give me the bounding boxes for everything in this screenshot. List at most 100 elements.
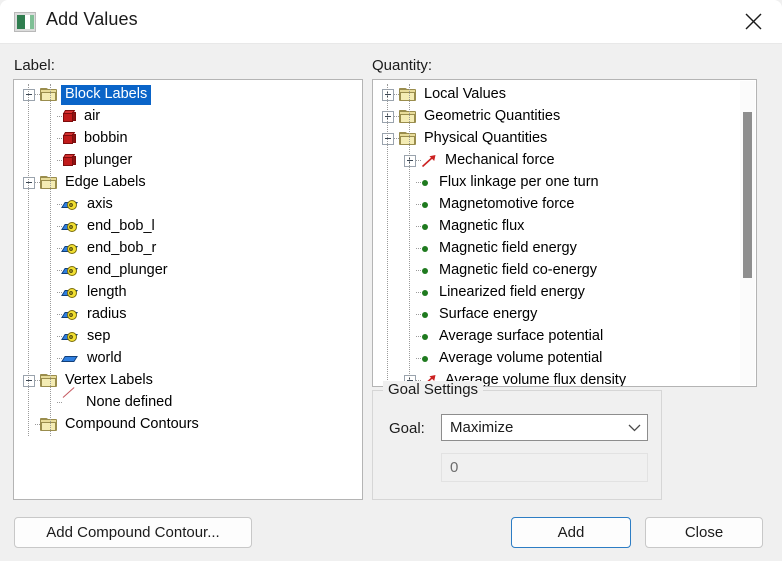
tree-item[interactable]: oradius <box>14 304 362 326</box>
tree-item[interactable]: oend_bob_l <box>14 216 362 238</box>
expand-icon[interactable] <box>382 111 394 123</box>
tree-item-label: None defined <box>82 393 176 413</box>
tree-item[interactable]: Surface energy <box>373 304 756 326</box>
quantity-bullet-icon <box>421 308 431 322</box>
tree-item[interactable]: Magnetomotive force <box>373 194 756 216</box>
block-label-icon <box>62 132 76 146</box>
tree-indent-spacer <box>45 221 57 233</box>
tree-indent-spacer <box>404 243 416 255</box>
tree-item-label: Geometric Quantities <box>420 107 564 127</box>
tree-item[interactable]: Magnetic field energy <box>373 238 756 260</box>
tree-item-label: Magnetomotive force <box>435 195 578 215</box>
tree-item[interactable]: Edge Labels <box>14 172 362 194</box>
tree-item-label: plunger <box>80 151 136 171</box>
tree-item[interactable]: bobbin <box>14 128 362 150</box>
folder-icon <box>40 374 57 388</box>
tree-item[interactable]: Mechanical force <box>373 150 756 172</box>
quantity-bullet-icon <box>421 242 431 256</box>
close-icon[interactable] <box>724 0 782 43</box>
close-button[interactable]: Close <box>645 517 763 548</box>
tree-indent-spacer <box>404 287 416 299</box>
quantity-tree[interactable]: Local ValuesGeometric QuantitiesPhysical… <box>372 79 757 387</box>
tree-item-label: Block Labels <box>61 85 151 105</box>
goal-value-input[interactable]: 0 <box>441 453 648 482</box>
edge-label-icon: o <box>62 308 79 322</box>
edge-label-icon: o <box>62 198 79 212</box>
tree-item[interactable]: air <box>14 106 362 128</box>
tree-item[interactable]: oaxis <box>14 194 362 216</box>
tree-item[interactable]: o end_bob_r <box>14 238 362 260</box>
tree-item-label: axis <box>83 195 117 215</box>
label-caption: Label: <box>14 57 55 74</box>
tree-item-label: Magnetic flux <box>435 217 528 237</box>
folder-icon <box>399 88 416 102</box>
expand-icon[interactable] <box>404 155 416 167</box>
tree-item-label: Average surface potential <box>435 327 607 347</box>
tree-indent-spacer <box>45 199 57 211</box>
tree-indent-spacer <box>45 353 57 365</box>
tree-item[interactable]: Local Values <box>373 84 756 106</box>
tree-item[interactable]: plunger <box>14 150 362 172</box>
tree-item[interactable]: Average volume potential <box>373 348 756 370</box>
tree-item[interactable]: Magnetic field co-energy <box>373 260 756 282</box>
tree-guide-line <box>50 84 51 436</box>
goal-select-value: Maximize <box>442 419 621 436</box>
tree-item[interactable]: olength <box>14 282 362 304</box>
edge-label-icon: o <box>62 286 79 300</box>
label-tree[interactable]: Block LabelsairbobbinplungerEdge Labelso… <box>13 79 363 500</box>
quantity-bullet-icon <box>421 330 431 344</box>
goal-label: Goal: <box>389 420 425 437</box>
tree-item-label: Mechanical force <box>441 151 559 171</box>
quantity-bullet-icon <box>421 176 431 190</box>
tree-item-label: Magnetic field co-energy <box>435 261 601 281</box>
vertical-scrollbar[interactable] <box>740 81 755 385</box>
tree-item[interactable]: world <box>14 348 362 370</box>
goal-settings-group: Goal Settings Goal: Maximize 0 <box>372 390 662 500</box>
tree-indent-spacer <box>45 265 57 277</box>
tree-item-label: Flux linkage per one turn <box>435 173 603 193</box>
tree-item[interactable]: Linearized field energy <box>373 282 756 304</box>
tree-item[interactable]: Physical Quantities <box>373 128 756 150</box>
tree-item[interactable]: Vertex Labels <box>14 370 362 392</box>
tree-indent-spacer <box>45 243 57 255</box>
block-label-icon <box>62 154 76 168</box>
folder-icon <box>40 176 57 190</box>
tree-indent-spacer <box>404 353 416 365</box>
quantity-bullet-icon <box>421 220 431 234</box>
add-button[interactable]: Add <box>511 517 631 548</box>
tree-indent-spacer <box>404 177 416 189</box>
quantity-bullet-icon <box>421 264 431 278</box>
tree-item[interactable]: Magnetic flux <box>373 216 756 238</box>
edge-label-icon: o <box>62 242 79 256</box>
tree-item-label: sep <box>83 327 114 347</box>
tree-indent-spacer <box>45 397 57 409</box>
tree-item[interactable]: oend_plunger <box>14 260 362 282</box>
edge-plain-icon <box>62 352 79 366</box>
tree-item[interactable]: Average surface potential <box>373 326 756 348</box>
goal-select[interactable]: Maximize <box>441 414 648 441</box>
tree-item-label: end_bob_l <box>83 217 159 237</box>
tree-item[interactable]: osep <box>14 326 362 348</box>
folder-icon <box>40 88 57 102</box>
tree-item[interactable]: Geometric Quantities <box>373 106 756 128</box>
tree-item[interactable]: None defined <box>14 392 362 414</box>
collapse-icon[interactable] <box>382 133 394 145</box>
collapse-icon[interactable] <box>23 177 35 189</box>
window-title: Add Values <box>46 9 138 30</box>
tree-item[interactable]: Block Labels <box>14 84 362 106</box>
tree-item[interactable]: Compound Contours <box>14 414 362 436</box>
force-arrow-icon <box>421 154 437 168</box>
folder-icon <box>399 110 416 124</box>
goal-value-text: 0 <box>442 459 458 476</box>
none-defined-icon <box>62 396 78 410</box>
collapse-icon[interactable] <box>23 89 35 101</box>
tree-item-label: Magnetic field energy <box>435 239 581 259</box>
block-label-icon <box>62 110 76 124</box>
tree-item-label: end_bob_r <box>83 239 160 259</box>
scrollbar-thumb[interactable] <box>743 112 752 278</box>
add-compound-contour-button[interactable]: Add Compound Contour... <box>14 517 252 548</box>
tree-item[interactable]: Flux linkage per one turn <box>373 172 756 194</box>
tree-indent-spacer <box>45 309 57 321</box>
expand-icon[interactable] <box>382 89 394 101</box>
collapse-icon[interactable] <box>23 375 35 387</box>
